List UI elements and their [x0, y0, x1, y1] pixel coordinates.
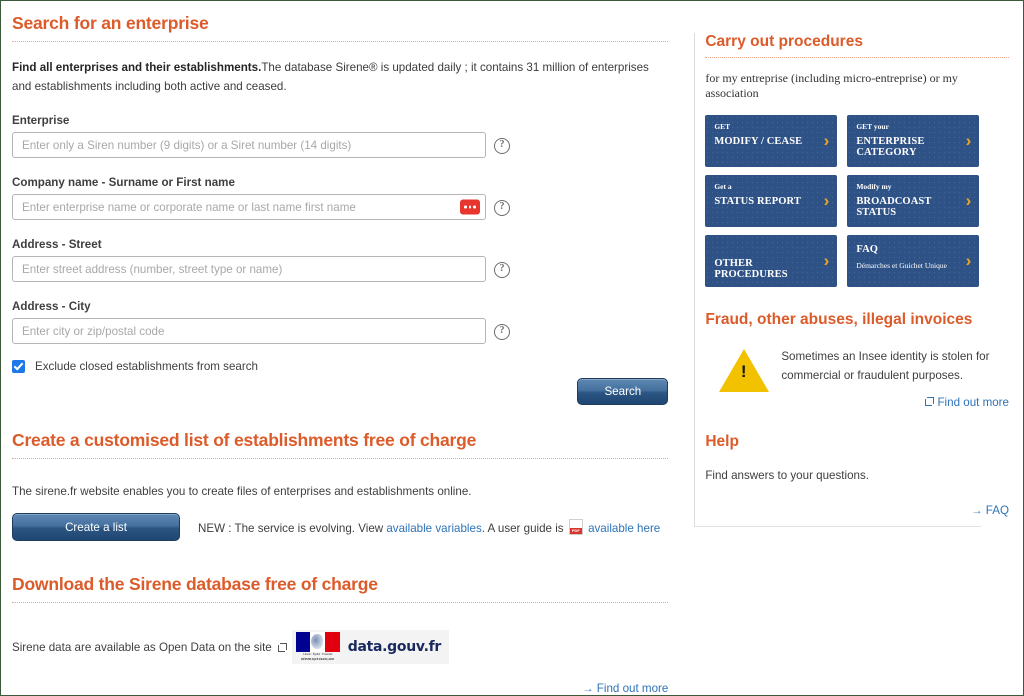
page-title: Search for an enterprise — [12, 13, 209, 33]
search-button[interactable]: Search — [577, 378, 669, 405]
pdf-icon — [568, 519, 583, 535]
tile-get-modify-cease[interactable]: GET MODIFY / CEASE › — [705, 115, 838, 167]
procedures-subtitle: for my entreprise (including micro-entre… — [705, 71, 958, 100]
exclude-closed-row: Exclude closed establishments from searc… — [12, 360, 668, 373]
tile-0-big: MODIFY / CEASE — [714, 136, 803, 147]
tile-4-big: OTHER PROCEDURES — [714, 258, 788, 280]
help-icon-enterprise[interactable]: ? — [494, 138, 510, 154]
tile-3-small: Modify my — [856, 182, 892, 191]
new-service-mid: . A user guide is — [481, 522, 567, 535]
help-title: Help — [705, 433, 739, 450]
help-faq-link[interactable]: → FAQ — [971, 504, 1009, 517]
opendata-text: Sirene data are available as Open Data o… — [12, 640, 272, 654]
left-column: Search for an enterprise Find all enterp… — [1, 1, 690, 695]
address-city-input[interactable] — [12, 318, 486, 344]
create-list-divider — [12, 458, 669, 459]
tile-5-small: Démarches et Guichet Unique — [856, 261, 947, 270]
tile-1-small: GET your — [856, 122, 889, 131]
tile-enterprise-category[interactable]: GET your ENTERPRISE CATEGORY › — [847, 115, 980, 167]
marianne-icon: Liberté · Égalité · Fraternité RÉPUBLIQU… — [295, 632, 340, 662]
procedures-tiles: GET MODIFY / CEASE › GET your ENTERPRISE… — [705, 115, 1009, 287]
side-panel: Carry out procedures for my entreprise (… — [694, 33, 1023, 527]
marianne-republic: RÉPUBLIQUE FRANÇAISE — [301, 658, 335, 661]
input-wrap-address-city — [12, 318, 486, 344]
create-list-title: Create a customised list of establishmen… — [12, 430, 477, 450]
tile-1-big: ENTERPRISE CATEGORY — [856, 136, 925, 158]
download-title: Download the Sirene database free of cha… — [12, 574, 378, 594]
data-gouv-logo[interactable]: Liberté · Égalité · Fraternité RÉPUBLIQU… — [291, 630, 449, 664]
fraud-find-out-more-link[interactable]: Find out more — [937, 396, 1009, 409]
data-gouv-text: data.gouv.fr — [347, 639, 442, 655]
chevron-right-icon: › — [823, 251, 830, 270]
create-list-body: The sirene.fr website enables you to cre… — [12, 485, 472, 498]
warning-triangle-icon — [719, 349, 770, 392]
tile-other-procedures[interactable]: OTHER PROCEDURES › — [705, 235, 838, 287]
help-body: Find answers to your questions. — [705, 469, 870, 482]
field-label-address-city: Address - City — [12, 300, 91, 313]
title-divider — [12, 41, 669, 42]
new-service-note: NEW : The service is evolving. View avai… — [198, 519, 660, 535]
input-wrap-company-name — [12, 194, 486, 220]
input-row-address-city: ? — [12, 318, 668, 344]
input-row-address-street: ? — [12, 256, 668, 282]
tile-faq[interactable]: FAQ Démarches et Guichet Unique › — [847, 235, 980, 287]
fraud-row: Sometimes an Insee identity is stolen fo… — [705, 347, 1009, 392]
procedures-divider — [705, 57, 1009, 58]
download-find-out-more-row: → Find out more — [12, 682, 668, 695]
input-row-enterprise: ? — [12, 132, 668, 158]
tile-2-big: STATUS REPORT — [714, 196, 801, 207]
external-link-icon-fraud — [925, 397, 935, 406]
address-street-input[interactable] — [12, 256, 486, 282]
download-divider — [12, 602, 669, 603]
tile-status-report[interactable]: Get a STATUS REPORT › — [705, 175, 838, 227]
field-label-address-street: Address - Street — [12, 238, 102, 251]
company-name-input[interactable] — [12, 194, 486, 220]
chevron-right-icon: › — [823, 131, 830, 150]
download-find-out-more-link[interactable]: → Find out more — [582, 682, 668, 695]
exclude-closed-checkbox[interactable] — [12, 360, 25, 373]
help-icon-address-street[interactable]: ? — [494, 262, 510, 278]
field-label-company-name: Company name - Surname or First name — [12, 176, 235, 189]
field-address-street: Address - Street ? — [12, 238, 668, 282]
input-wrap-enterprise — [12, 132, 486, 158]
available-variables-link[interactable]: available variables — [386, 522, 481, 535]
chevron-right-icon: › — [823, 191, 830, 210]
field-address-city: Address - City ? — [12, 300, 668, 344]
tile-0-small: GET — [714, 122, 731, 131]
tile-3-big: BROADCOAST STATUS — [856, 196, 932, 218]
typing-indicator-icon — [460, 199, 480, 215]
fraud-body: Sometimes an Insee identity is stolen fo… — [781, 350, 990, 382]
tile-2-small: Get a — [714, 182, 732, 191]
help-icon-address-city[interactable]: ? — [494, 324, 510, 340]
field-company-name: Company name - Surname or First name ? — [12, 176, 668, 220]
page-root: Search for an enterprise Find all enterp… — [0, 0, 1024, 696]
marianne-flag — [295, 632, 340, 652]
fraud-link-row: Find out more — [705, 396, 1009, 409]
intro-bold: Find all enterprises and their establish… — [12, 61, 262, 74]
procedures-title: Carry out procedures — [705, 33, 863, 50]
chevron-right-icon: › — [965, 191, 972, 210]
fraud-title: Fraud, other abuses, illegal invoices — [705, 311, 973, 328]
chevron-right-icon: › — [965, 131, 972, 150]
new-service-prefix: NEW : The service is evolving. View — [198, 522, 387, 535]
create-list-button[interactable]: Create a list — [12, 513, 180, 541]
input-row-company-name: ? — [12, 194, 668, 220]
help-link-row: → FAQ — [705, 504, 1009, 517]
exclude-closed-label: Exclude closed establishments from searc… — [35, 360, 258, 373]
input-wrap-address-street — [12, 256, 486, 282]
intro-paragraph: Find all enterprises and their establish… — [12, 59, 668, 96]
field-label-enterprise: Enterprise — [12, 114, 70, 127]
field-enterprise: Enterprise ? — [12, 114, 668, 158]
help-icon-company-name[interactable]: ? — [494, 200, 510, 216]
opendata-row: Sirene data are available as Open Data o… — [12, 630, 668, 664]
tile-broadcoast-status[interactable]: Modify my BROADCOAST STATUS › — [847, 175, 980, 227]
chevron-right-icon: › — [965, 251, 972, 270]
tile-5-big: FAQ — [856, 244, 879, 255]
right-column: Carry out procedures for my entreprise (… — [690, 1, 1023, 695]
enterprise-input[interactable] — [12, 132, 486, 158]
user-guide-link[interactable]: available here — [588, 522, 660, 535]
create-list-row: Create a list NEW : The service is evolv… — [12, 513, 668, 541]
external-link-icon — [277, 642, 287, 652]
